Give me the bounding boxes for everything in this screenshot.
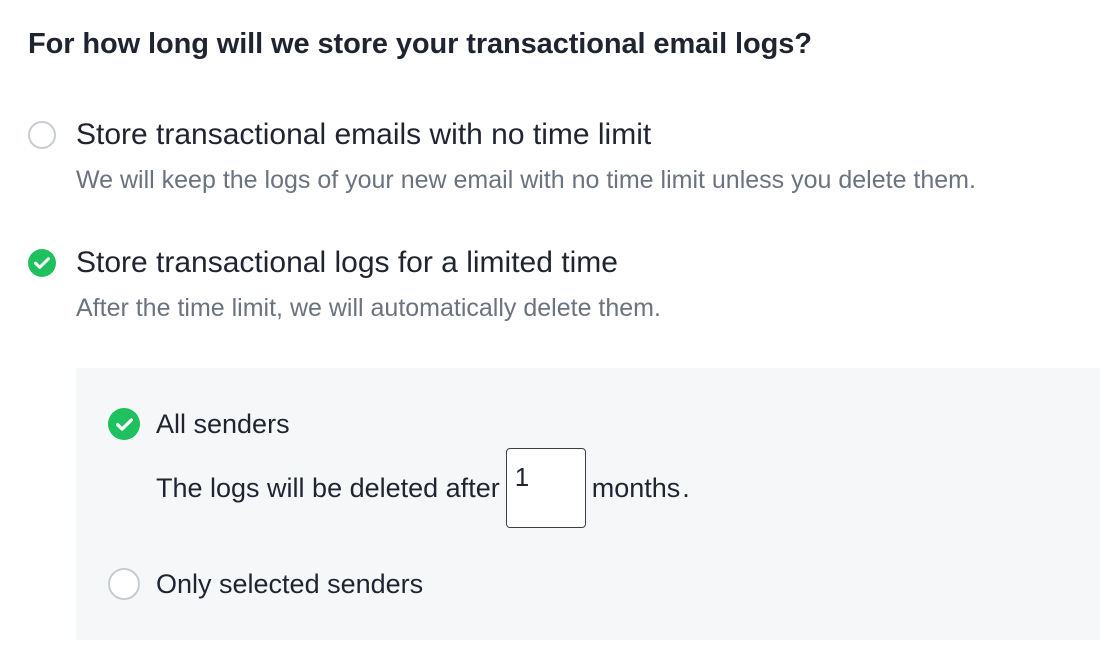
sub-option-label[interactable]: All senders	[156, 409, 290, 440]
option-description: After the time limit, we will automatica…	[76, 294, 661, 322]
limited-time-panel: All senders The logs will be deleted aft…	[76, 368, 1100, 640]
retention-suffix: .	[682, 472, 690, 503]
retention-prefix: The logs will be deleted after	[156, 472, 500, 503]
option-text: Store transactional logs for a limited t…	[76, 246, 661, 322]
check-circle-icon[interactable]	[28, 249, 56, 277]
option-label[interactable]: Store transactional logs for a limited t…	[76, 246, 661, 280]
option-no-time-limit[interactable]: Store transactional emails with no time …	[28, 118, 976, 194]
option-text: Store transactional emails with no time …	[76, 118, 976, 194]
sub-option-label[interactable]: Only selected senders	[156, 569, 423, 600]
sub-option-all-senders[interactable]: All senders	[108, 408, 290, 440]
radio-empty-icon[interactable]	[108, 568, 140, 600]
retention-row: The logs will be deleted after months .	[156, 448, 690, 528]
checkmark-icon	[115, 417, 133, 431]
option-label[interactable]: Store transactional emails with no time …	[76, 118, 976, 152]
page-title: For how long will we store your transact…	[28, 28, 812, 60]
option-limited-time[interactable]: Store transactional logs for a limited t…	[28, 246, 661, 322]
radio-empty-icon[interactable]	[28, 121, 56, 149]
months-input[interactable]	[505, 448, 586, 528]
log-retention-settings: For how long will we store your transact…	[0, 0, 1100, 660]
option-description: We will keep the logs of your new email …	[76, 166, 976, 194]
retention-unit: months	[591, 472, 681, 503]
check-circle-icon[interactable]	[108, 408, 140, 440]
sub-option-selected-senders[interactable]: Only selected senders	[108, 568, 423, 600]
checkmark-icon	[34, 257, 50, 269]
